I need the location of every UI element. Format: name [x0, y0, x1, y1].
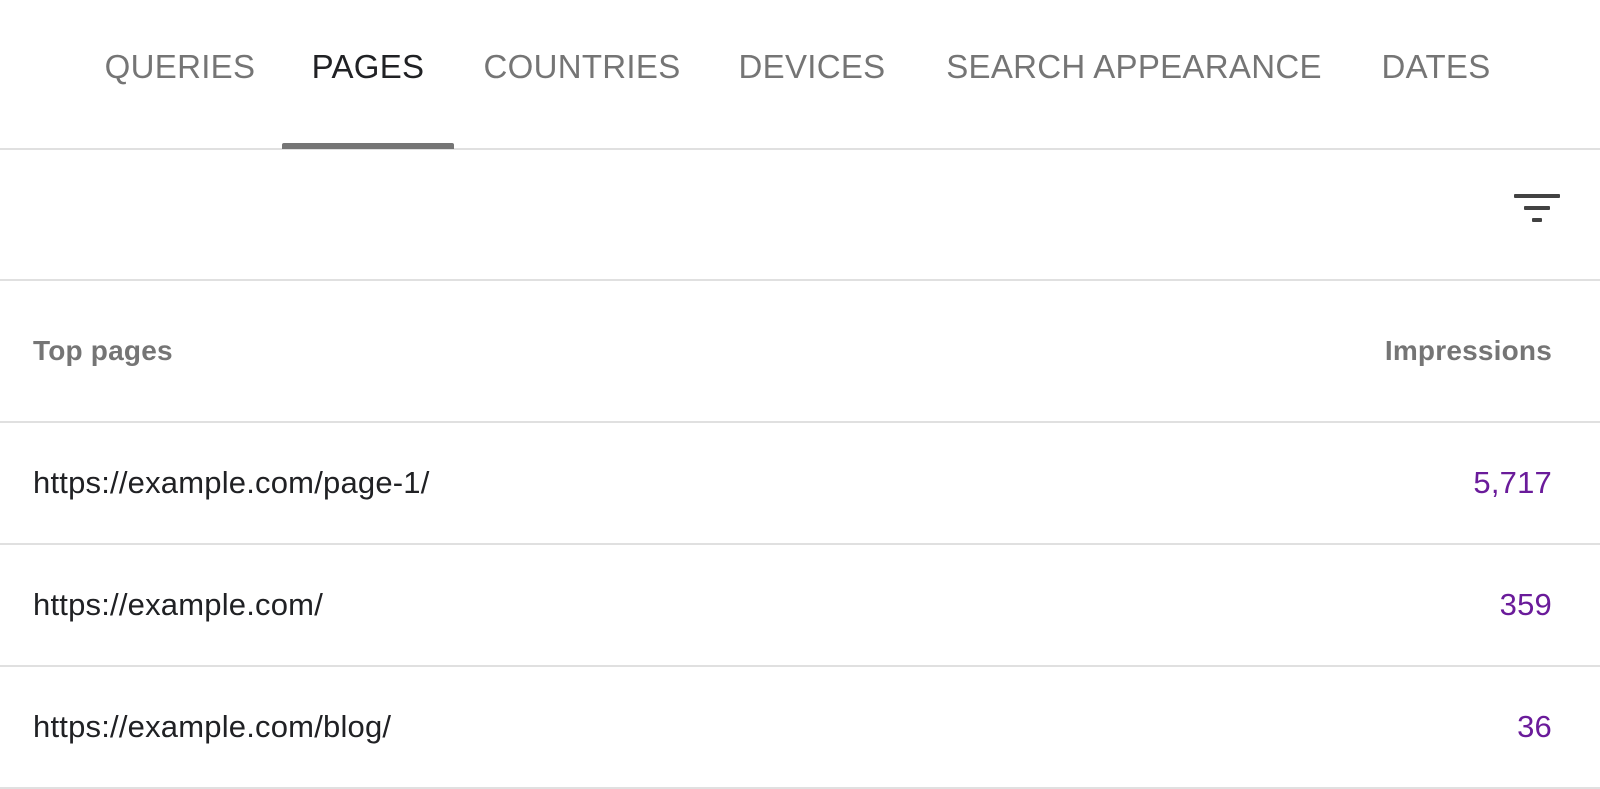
filter-icon-line-middle [1524, 206, 1550, 210]
page-url-cell: https://example.com/ [33, 587, 324, 622]
tab-queries[interactable]: QUERIES [100, 0, 260, 148]
tab-search-appearance[interactable]: SEARCH APPEARANCE [944, 0, 1324, 148]
impressions-cell: 36 [1517, 709, 1552, 744]
tab-dates[interactable]: DATES [1372, 0, 1500, 148]
dimension-tab-bar: QUERIES PAGES COUNTRIES DEVICES SEARCH A… [0, 0, 1600, 150]
tab-pages[interactable]: PAGES [282, 0, 454, 149]
tab-pages-label: PAGES [311, 48, 425, 85]
top-pages-table: Top pages Impressions https://example.co… [0, 281, 1600, 789]
filter-icon-line-top [1514, 194, 1560, 198]
active-tab-indicator [282, 143, 454, 149]
impressions-cell: 359 [1499, 587, 1552, 622]
filter-toolbar [0, 150, 1600, 281]
tab-devices[interactable]: DEVICES [735, 0, 889, 148]
impressions-cell: 5,717 [1473, 465, 1552, 500]
table-header: Top pages Impressions [0, 281, 1600, 423]
column-header-top-pages: Top pages [33, 335, 173, 366]
page-url-cell: https://example.com/blog/ [33, 709, 392, 744]
table-row[interactable]: https://example.com/blog/ 36 [0, 667, 1600, 789]
tab-countries-label: COUNTRIES [483, 48, 681, 85]
page-url-cell: https://example.com/page-1/ [33, 465, 430, 500]
table-row[interactable]: https://example.com/ 359 [0, 545, 1600, 667]
table-row[interactable]: https://example.com/page-1/ 5,717 [0, 423, 1600, 545]
tab-dates-label: DATES [1381, 48, 1491, 85]
column-header-impressions[interactable]: Impressions [1385, 335, 1552, 367]
tab-search-appearance-label: SEARCH APPEARANCE [946, 48, 1322, 85]
tab-queries-label: QUERIES [104, 48, 256, 85]
filter-list-icon[interactable] [1504, 184, 1564, 234]
filter-icon-line-bottom [1532, 218, 1542, 222]
performance-report: QUERIES PAGES COUNTRIES DEVICES SEARCH A… [0, 0, 1600, 789]
tab-countries[interactable]: COUNTRIES [480, 0, 684, 148]
tab-devices-label: DEVICES [738, 48, 886, 85]
